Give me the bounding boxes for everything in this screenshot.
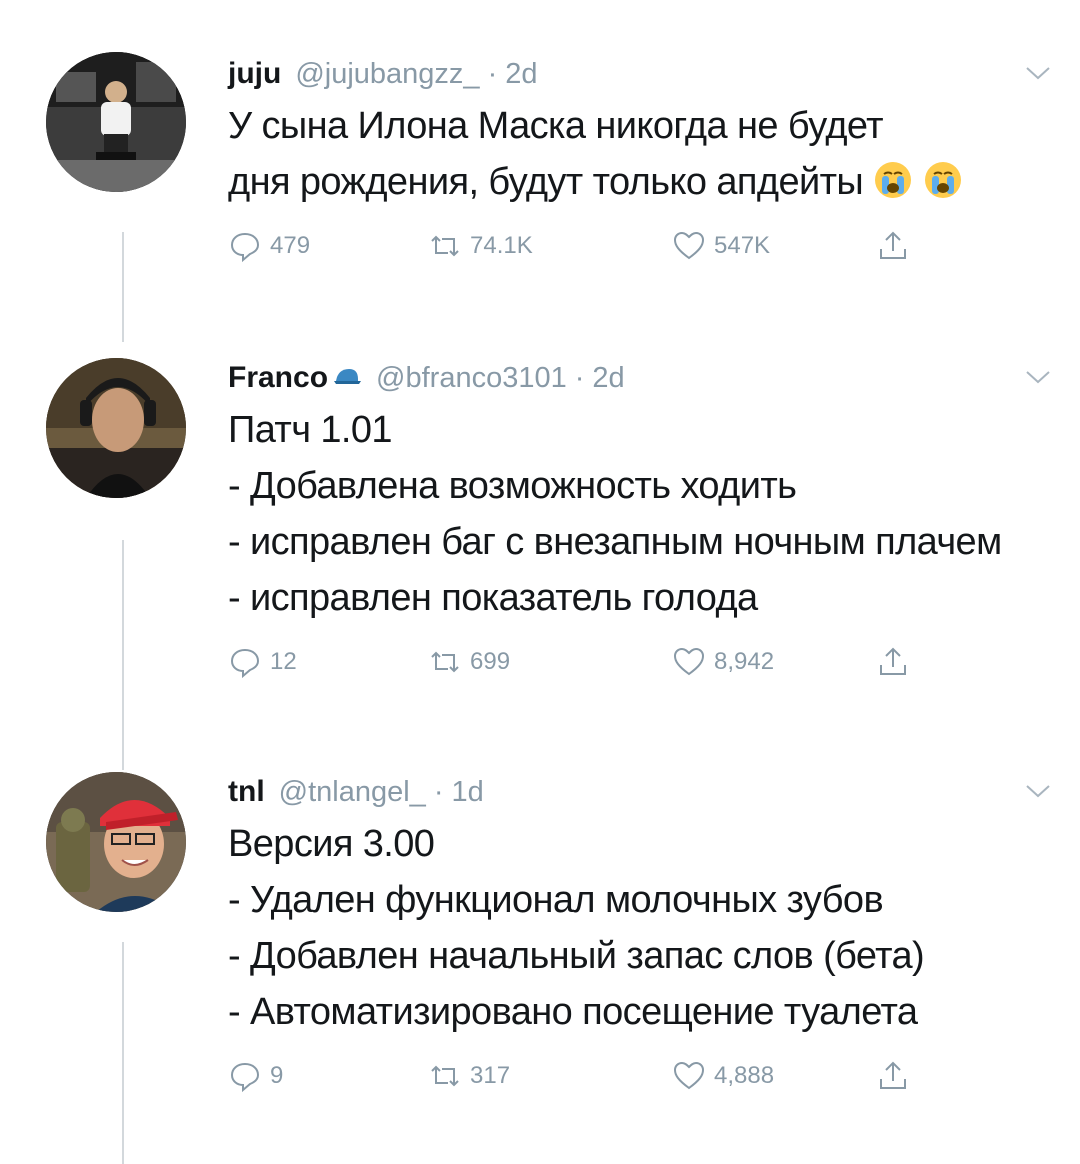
heart-icon <box>673 1061 705 1090</box>
avatar[interactable] <box>46 358 186 498</box>
heart-icon <box>673 647 705 676</box>
blue-cap-icon <box>334 369 362 384</box>
timestamp[interactable]: 2d <box>505 54 537 94</box>
like-count: 4,888 <box>714 1062 775 1089</box>
share-button[interactable] <box>876 1054 918 1098</box>
tweet-actions: 479 74.1K 547K <box>228 224 1060 268</box>
share-icon <box>880 1061 906 1089</box>
retweet-count: 317 <box>470 1062 511 1089</box>
tweet-actions: 12 699 8,942 <box>228 640 1060 684</box>
user-handle[interactable]: @bfranco3101 <box>376 358 567 398</box>
timestamp[interactable]: 1d <box>451 772 483 812</box>
reply-button[interactable]: 12 <box>228 640 297 684</box>
tweet-text-line: Патч 1.01 <box>228 409 393 451</box>
tweet-text-line: У сына Илона Маска никогда не будет <box>228 105 884 147</box>
tweet-text-line: - Добавлен начальный запас слов (бета) <box>228 935 925 977</box>
avatar-photo <box>46 358 186 498</box>
tweet-header: tnl @tnlangel_ · 1d <box>228 772 1060 812</box>
display-name[interactable]: Franco <box>228 358 328 398</box>
separator: · <box>487 58 498 90</box>
tweet-text: Патч 1.01 - Добавлена возможность ходить… <box>228 402 1060 626</box>
chevron-down-icon[interactable] <box>1024 368 1052 386</box>
retweet-icon <box>431 235 459 257</box>
reply-icon <box>230 1062 260 1093</box>
tweet-thread: juju @jujubangzz_ · 2d У сына Илона Маск… <box>0 0 1080 1164</box>
heart-icon <box>673 231 705 260</box>
tweet-header: Franco @bfranco3101 · 2d <box>228 358 1060 398</box>
avatar[interactable] <box>46 772 186 912</box>
separator: · <box>574 362 585 394</box>
avatar-photo <box>46 772 186 912</box>
tweet-text-line: - Автоматизировано посещение туалета <box>228 991 918 1033</box>
retweet-button[interactable]: 317 <box>428 1054 510 1098</box>
like-button[interactable]: 8,942 <box>672 640 774 684</box>
share-icon <box>880 647 906 675</box>
retweet-count: 74.1K <box>470 232 533 259</box>
thread-connector <box>122 942 124 1164</box>
loudly-crying-face-icon <box>875 162 912 198</box>
retweet-button[interactable]: 699 <box>428 640 510 684</box>
tweet-text-line: - исправлен показатель голода <box>228 577 758 619</box>
tweet-text-line: - исправлен баг с внезапным ночным плаче… <box>228 521 1002 563</box>
reply-count: 479 <box>270 232 311 259</box>
tweet-text-fragment: дня рождения, будут только апдейты <box>228 161 864 203</box>
avatar[interactable] <box>46 52 186 192</box>
retweet-icon <box>431 1065 459 1087</box>
share-button[interactable] <box>876 224 918 268</box>
display-name[interactable]: juju <box>228 54 281 94</box>
tweet-actions: 9 317 4,888 <box>228 1054 1060 1098</box>
tweet-text-line: дня рождения, будут только апдейты <box>228 154 1060 210</box>
like-count: 547K <box>714 232 771 259</box>
tweet-header: juju @jujubangzz_ · 2d <box>228 54 1060 94</box>
thread-connector <box>122 232 124 342</box>
user-handle[interactable]: @tnlangel_ <box>279 772 426 812</box>
retweet-button[interactable]: 74.1K <box>428 224 533 268</box>
retweet-icon <box>431 651 459 673</box>
chevron-down-icon[interactable] <box>1024 782 1052 800</box>
tweet-text-line: - Добавлена возможность ходить <box>228 465 797 507</box>
tweet-text-line: Версия 3.00 <box>228 823 435 865</box>
thread-connector <box>122 540 124 770</box>
tweet-text-line: - Удален функционал молочных зубов <box>228 879 884 921</box>
retweet-count: 699 <box>470 648 511 675</box>
user-handle[interactable]: @jujubangzz_ <box>295 54 479 94</box>
tweet-text: У сына Илона Маска никогда не будет дня … <box>228 98 1060 210</box>
avatar-photo <box>46 52 186 192</box>
reply-icon <box>230 648 260 679</box>
like-button[interactable]: 547K <box>672 224 770 268</box>
like-count: 8,942 <box>714 648 775 675</box>
loudly-crying-face-icon <box>925 162 962 198</box>
chevron-down-icon[interactable] <box>1024 64 1052 82</box>
tweet-text: Версия 3.00 - Удален функционал молочных… <box>228 816 1060 1040</box>
share-icon <box>880 231 906 259</box>
reply-button[interactable]: 9 <box>228 1054 283 1098</box>
separator: · <box>433 776 444 808</box>
timestamp[interactable]: 2d <box>592 358 624 398</box>
reply-count: 12 <box>270 648 297 675</box>
share-button[interactable] <box>876 640 918 684</box>
reply-button[interactable]: 479 <box>228 224 310 268</box>
reply-count: 9 <box>270 1062 284 1089</box>
display-name[interactable]: tnl <box>228 772 265 812</box>
like-button[interactable]: 4,888 <box>672 1054 774 1098</box>
reply-icon <box>230 232 260 263</box>
